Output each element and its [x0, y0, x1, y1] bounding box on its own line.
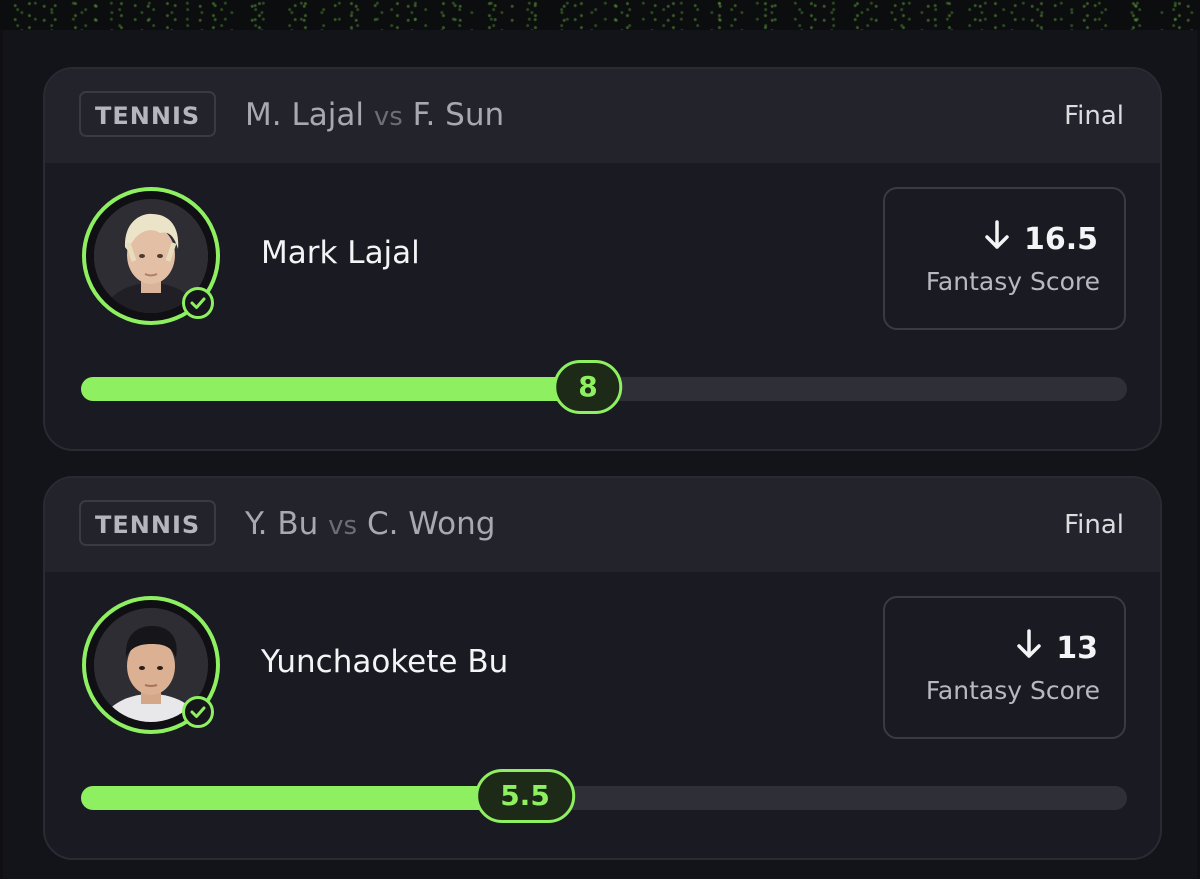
matchup: M. Lajal vs F. Sun [245, 97, 504, 135]
game-status: Final [1064, 101, 1124, 131]
top-banner [0, 0, 1200, 30]
sport-badge: TENNIS [79, 91, 217, 137]
player-name: Mark Lajal [261, 235, 420, 271]
banner-texture [0, 0, 1200, 30]
matchup-player-b: C. Wong [366, 506, 496, 542]
pick-card[interactable]: TENNIS M. Lajal vs F. Sun Final Mark Laj… [43, 67, 1162, 451]
game-status: Final [1064, 510, 1124, 540]
matchup-vs: vs [328, 511, 358, 541]
fantasy-score-box[interactable]: 16.5 Fantasy Score [883, 187, 1126, 330]
check-circle-icon [182, 287, 214, 319]
fantasy-score-value: 13 [1056, 630, 1098, 666]
matchup-player-b: F. Sun [412, 97, 505, 133]
matchup: Y. Bu vs C. Wong [245, 506, 495, 544]
picks-panel: TENNIS M. Lajal vs F. Sun Final Mark Laj… [3, 30, 1197, 879]
matchup-vs: vs [373, 102, 403, 132]
progress-fill [81, 377, 588, 401]
fantasy-score-label: Fantasy Score [925, 267, 1100, 296]
fantasy-score-label: Fantasy Score [925, 676, 1100, 705]
progress-track: 5.5 [81, 769, 1127, 823]
progress-fill [81, 786, 525, 810]
matchup-player-a: M. Lajal [245, 97, 364, 133]
pick-card[interactable]: TENNIS Y. Bu vs C. Wong Final Yunchaoket… [43, 476, 1162, 860]
fantasy-score-value: 16.5 [1023, 221, 1098, 257]
score-value-row: 13 [1016, 628, 1098, 669]
player-avatar[interactable] [82, 596, 220, 734]
arrow-down-icon [1016, 628, 1042, 669]
fantasy-score-box[interactable]: 13 Fantasy Score [883, 596, 1126, 739]
score-value-row: 16.5 [984, 219, 1098, 260]
sport-badge: TENNIS [79, 500, 217, 546]
card-header: TENNIS M. Lajal vs F. Sun Final [45, 69, 1160, 163]
progress-marker: 8 [553, 360, 623, 414]
progress-track: 8 [81, 360, 1127, 414]
matchup-player-a: Y. Bu [245, 506, 319, 542]
arrow-down-icon [984, 219, 1010, 260]
player-name: Yunchaokete Bu [261, 644, 509, 680]
progress-marker: 5.5 [475, 769, 575, 823]
player-avatar[interactable] [82, 187, 220, 325]
card-header: TENNIS Y. Bu vs C. Wong Final [45, 478, 1160, 572]
check-circle-icon [182, 696, 214, 728]
